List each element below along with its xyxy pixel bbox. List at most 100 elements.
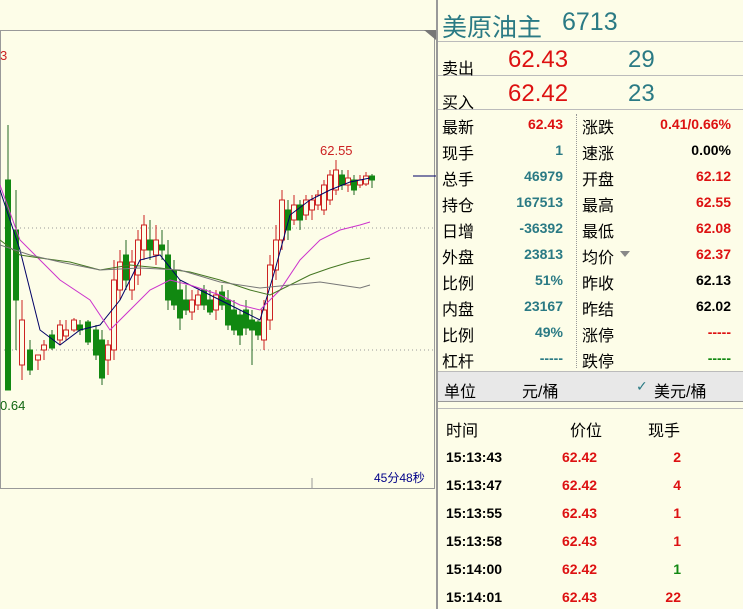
candle-body bbox=[207, 299, 213, 313]
stat-left-label: 比例 bbox=[442, 328, 475, 345]
stat-right-value: 62.37 bbox=[695, 246, 731, 262]
trade-price: 62.42 bbox=[562, 449, 598, 465]
chart-low-label: 0.64 bbox=[0, 398, 26, 413]
stat-left-value: 49% bbox=[534, 324, 563, 340]
stat-right-label: 涨停 bbox=[582, 328, 615, 345]
market-stats: 最新 62.43 涨跌 0.41/0.66% 现手 1 速涨 0.00% 总手 46979 开盘 62… bbox=[438, 110, 743, 372]
stat-row: 杠杆 ----- 跌停 ----- bbox=[438, 345, 743, 371]
trade-time: 15:13:43 bbox=[446, 449, 503, 465]
stat-left-value: -36392 bbox=[519, 220, 563, 236]
bar-time-remaining: 45分48秒 bbox=[374, 471, 425, 485]
candle-body bbox=[41, 344, 47, 351]
trade-volume: 22 bbox=[665, 589, 681, 605]
units-bar: 单位 元/桶 ✓ 美元/桶 bbox=[438, 372, 743, 402]
stat-right-label: 涨跌 bbox=[582, 120, 615, 137]
candle-body bbox=[147, 239, 153, 251]
trade-volume: 1 bbox=[673, 505, 681, 521]
stat-row: 内盘 23167 昨结 62.02 bbox=[438, 293, 743, 319]
candle-body bbox=[165, 254, 171, 301]
stat-left-value: 46979 bbox=[524, 168, 563, 184]
candle-body bbox=[219, 291, 225, 306]
candle-body bbox=[279, 199, 285, 241]
trade-row: 15:13:43 62.42 2 bbox=[438, 445, 743, 473]
trade-volume: 1 bbox=[673, 533, 681, 549]
stat-right-value: 62.13 bbox=[695, 272, 731, 288]
stat-row: 总手 46979 开盘 62.12 bbox=[438, 163, 743, 189]
stat-row: 外盘 23813 均价 62.37 bbox=[438, 241, 743, 267]
sell-quote-row[interactable]: 卖出 62.43 29 bbox=[438, 42, 743, 78]
trade-row: 15:14:00 62.42 1 bbox=[438, 557, 743, 585]
candle-body bbox=[255, 321, 261, 336]
trade-price: 62.43 bbox=[562, 589, 598, 605]
buy-volume: 23 bbox=[628, 80, 655, 107]
candle-body bbox=[189, 299, 195, 313]
stat-row: 现手 1 速涨 0.00% bbox=[438, 137, 743, 163]
trade-time: 15:14:00 bbox=[446, 561, 503, 577]
unit-yuan-option[interactable]: 元/桶 bbox=[522, 378, 558, 402]
candle-body bbox=[71, 319, 77, 331]
sell-volume: 29 bbox=[628, 46, 655, 73]
trade-price: 62.42 bbox=[562, 477, 598, 493]
trades-header-time: 时间 bbox=[446, 423, 479, 440]
trade-ticker[interactable]: 时间 价位 现手 15:13:43 62.42 2 15:13:47 62.42 4 15:… bbox=[438, 408, 743, 608]
candle-body bbox=[261, 309, 267, 341]
trades-header-price: 价位 bbox=[570, 423, 603, 440]
candle-body bbox=[231, 309, 237, 331]
candle-body bbox=[111, 279, 117, 351]
instrument-header: 美原油主 6713 bbox=[438, 0, 743, 42]
trade-row: 15:13:47 62.42 4 bbox=[438, 473, 743, 501]
candle-body bbox=[141, 224, 147, 251]
candle-body bbox=[123, 254, 129, 281]
ma-slow-line bbox=[0, 239, 371, 296]
stat-right-value: 62.55 bbox=[695, 194, 731, 210]
stat-left-label: 日增 bbox=[442, 224, 475, 241]
stat-right-value: 62.08 bbox=[695, 220, 731, 236]
chart-edge-label: 3 bbox=[0, 48, 8, 63]
stat-left-label: 最新 bbox=[442, 120, 475, 137]
candle-body bbox=[13, 229, 19, 301]
stat-left-label: 比例 bbox=[442, 276, 475, 293]
stat-right-value: 0.00% bbox=[691, 142, 731, 158]
trade-time: 15:13:58 bbox=[446, 533, 503, 549]
candle-body bbox=[35, 354, 41, 361]
unit-label: 单位 bbox=[444, 384, 477, 401]
buy-quote-row[interactable]: 买入 62.42 23 bbox=[438, 76, 743, 112]
candle-body bbox=[99, 339, 105, 379]
trade-price: 62.43 bbox=[562, 505, 598, 521]
stat-row: 比例 49% 涨停 ----- bbox=[438, 319, 743, 345]
stat-row: 比例 51% 昨收 62.13 bbox=[438, 267, 743, 293]
candle-body bbox=[93, 329, 99, 356]
stat-row: 日增 -36392 最低 62.08 bbox=[438, 215, 743, 241]
stat-left-value: ----- bbox=[539, 350, 563, 366]
chart-canvas[interactable] bbox=[0, 0, 436, 609]
trade-volume: 4 bbox=[673, 477, 681, 493]
candle-body bbox=[309, 199, 315, 211]
avg-price-dropdown-icon[interactable] bbox=[620, 251, 630, 257]
stat-right-label: 昨结 bbox=[582, 302, 615, 319]
candle-body bbox=[135, 239, 141, 276]
trade-price: 62.43 bbox=[562, 533, 598, 549]
chart-frame bbox=[0, 30, 435, 489]
stat-right-label: 均价 bbox=[582, 250, 615, 267]
trade-time: 15:13:55 bbox=[446, 505, 503, 521]
stat-left-label: 杠杆 bbox=[442, 354, 475, 371]
trade-row: 15:13:55 62.43 1 bbox=[438, 501, 743, 529]
candlestick-chart[interactable]: 3 62.55 0.64 45分48秒 bbox=[0, 0, 436, 609]
candle-body bbox=[249, 319, 255, 331]
candle-body bbox=[57, 324, 63, 341]
stat-row: 持仓 167513 最高 62.55 bbox=[438, 189, 743, 215]
sell-price: 62.43 bbox=[508, 46, 569, 73]
stat-left-label: 内盘 bbox=[442, 302, 475, 319]
trade-row: 15:13:58 62.43 1 bbox=[438, 529, 743, 557]
candle-body bbox=[183, 299, 189, 311]
candle-body bbox=[85, 321, 91, 343]
buy-price: 62.42 bbox=[508, 80, 569, 107]
stat-right-value: 62.12 bbox=[695, 168, 731, 184]
trades-header-volume: 现手 bbox=[648, 423, 681, 440]
stat-right-value: ----- bbox=[707, 350, 731, 366]
stat-left-value: 23813 bbox=[524, 246, 563, 262]
stat-right-label: 开盘 bbox=[582, 172, 615, 189]
stat-left-label: 现手 bbox=[442, 146, 475, 163]
unit-usd-option[interactable]: 美元/桶 bbox=[654, 378, 706, 402]
trade-price: 62.42 bbox=[562, 561, 598, 577]
